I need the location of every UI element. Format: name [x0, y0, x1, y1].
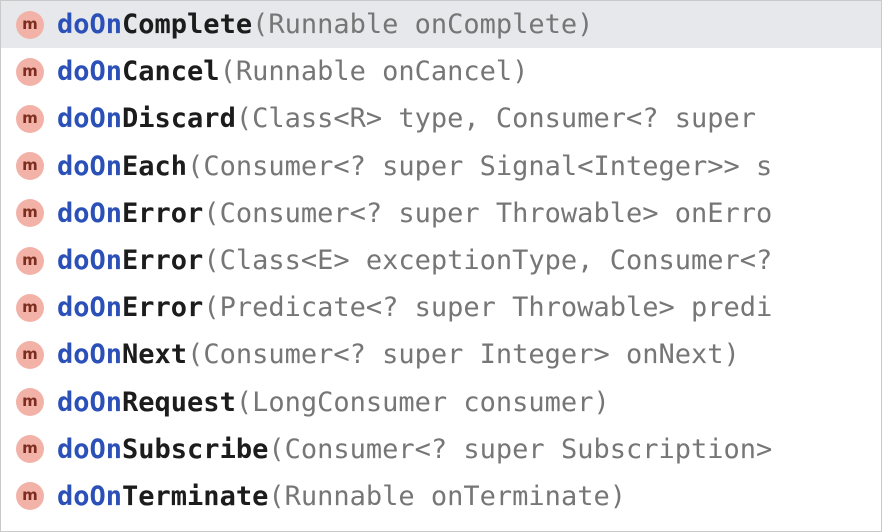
matched-prefix: doOn: [57, 386, 123, 418]
method-icon-letter: m: [22, 439, 38, 458]
method-parameters: (Runnable onTerminate): [268, 480, 626, 512]
method-parameters: (Consumer<? super Throwable> onErro: [203, 197, 773, 229]
matched-prefix: doOn: [57, 245, 123, 277]
method-icon-letter: m: [22, 344, 38, 363]
method-icon: m: [16, 482, 44, 511]
method-name-rest: Error: [122, 292, 204, 324]
method-icon-letter: m: [22, 203, 38, 222]
completion-item[interactable]: m doOn Error (Consumer<? super Throwable> …: [1, 190, 881, 237]
method-name-rest: Error: [122, 197, 204, 229]
completion-item[interactable]: m doOn Error (Class<E> exceptionType, Cons…: [1, 237, 881, 284]
matched-prefix: doOn: [57, 150, 123, 182]
completion-item[interactable]: m doOn Cancel (Runnable onCancel): [1, 48, 881, 95]
method-icon-letter: m: [22, 156, 38, 175]
method-name-rest: Cancel: [122, 56, 220, 88]
method-icon-letter: m: [22, 297, 38, 316]
method-name-rest: Request: [122, 386, 236, 418]
method-icon: m: [16, 388, 44, 417]
method-icon-letter: m: [22, 392, 38, 411]
method-name-rest: Each: [122, 150, 188, 182]
matched-prefix: doOn: [57, 197, 123, 229]
matched-prefix: doOn: [57, 480, 123, 512]
matched-prefix: doOn: [57, 56, 123, 88]
method-icon: m: [16, 435, 44, 464]
method-parameters: (Consumer<? super Integer> onNext): [187, 339, 740, 371]
method-icon-letter: m: [22, 250, 38, 269]
method-icon: m: [16, 152, 44, 181]
method-icon: m: [16, 246, 44, 275]
method-name-rest: Complete: [122, 9, 253, 41]
completion-item[interactable]: m doOn Terminate (Runnable onTerminate): [1, 473, 881, 520]
method-parameters: (Runnable onComplete): [252, 9, 594, 41]
method-parameters: (Consumer<? super Signal<Integer>> s: [187, 150, 773, 182]
method-name-rest: Discard: [122, 103, 236, 135]
completion-item[interactable]: m doOn Next (Consumer<? super Integer> onN…: [1, 331, 881, 378]
completion-item[interactable]: m doOn Error (Predicate<? super Throwable>…: [1, 284, 881, 331]
method-icon: m: [16, 104, 44, 133]
method-name-rest: Subscribe: [122, 433, 269, 465]
method-icon: m: [16, 293, 44, 322]
method-icon-letter: m: [22, 108, 38, 127]
method-name-rest: Error: [122, 245, 204, 277]
method-icon: m: [16, 10, 44, 39]
completion-item[interactable]: m doOn Discard (Class<R> type, Consumer<? …: [1, 95, 881, 142]
completion-item[interactable]: m doOn Each (Consumer<? super Signal<Integ…: [1, 143, 881, 190]
matched-prefix: doOn: [57, 292, 123, 324]
method-icon-letter: m: [22, 14, 38, 33]
matched-prefix: doOn: [57, 339, 123, 371]
method-name-rest: Terminate: [122, 480, 269, 512]
completion-list[interactable]: m doOn Complete (Runnable onComplete) m do…: [1, 1, 881, 520]
method-parameters: (LongConsumer consumer): [235, 386, 610, 418]
matched-prefix: doOn: [57, 9, 123, 41]
method-icon-letter: m: [22, 486, 38, 505]
completion-item[interactable]: m doOn Request (LongConsumer consumer): [1, 379, 881, 426]
method-parameters: (Predicate<? super Throwable> predi: [203, 292, 773, 324]
code-completion-popup: m doOn Complete (Runnable onComplete) m do…: [0, 0, 882, 532]
completion-item[interactable]: m doOn Subscribe (Consumer<? super Subscri…: [1, 426, 881, 473]
method-parameters: (Class<R> type, Consumer<? super: [235, 103, 756, 135]
method-icon: m: [16, 340, 44, 369]
matched-prefix: doOn: [57, 103, 123, 135]
method-parameters: (Class<E> exceptionType, Consumer<?: [203, 245, 773, 277]
completion-item[interactable]: m doOn Complete (Runnable onComplete): [1, 1, 881, 49]
method-parameters: (Consumer<? super Subscription>: [268, 433, 773, 465]
method-icon: m: [16, 199, 44, 228]
method-icon: m: [16, 57, 44, 86]
method-parameters: (Runnable onCancel): [219, 56, 529, 88]
method-name-rest: Next: [122, 339, 188, 371]
matched-prefix: doOn: [57, 433, 123, 465]
method-icon-letter: m: [22, 61, 38, 80]
